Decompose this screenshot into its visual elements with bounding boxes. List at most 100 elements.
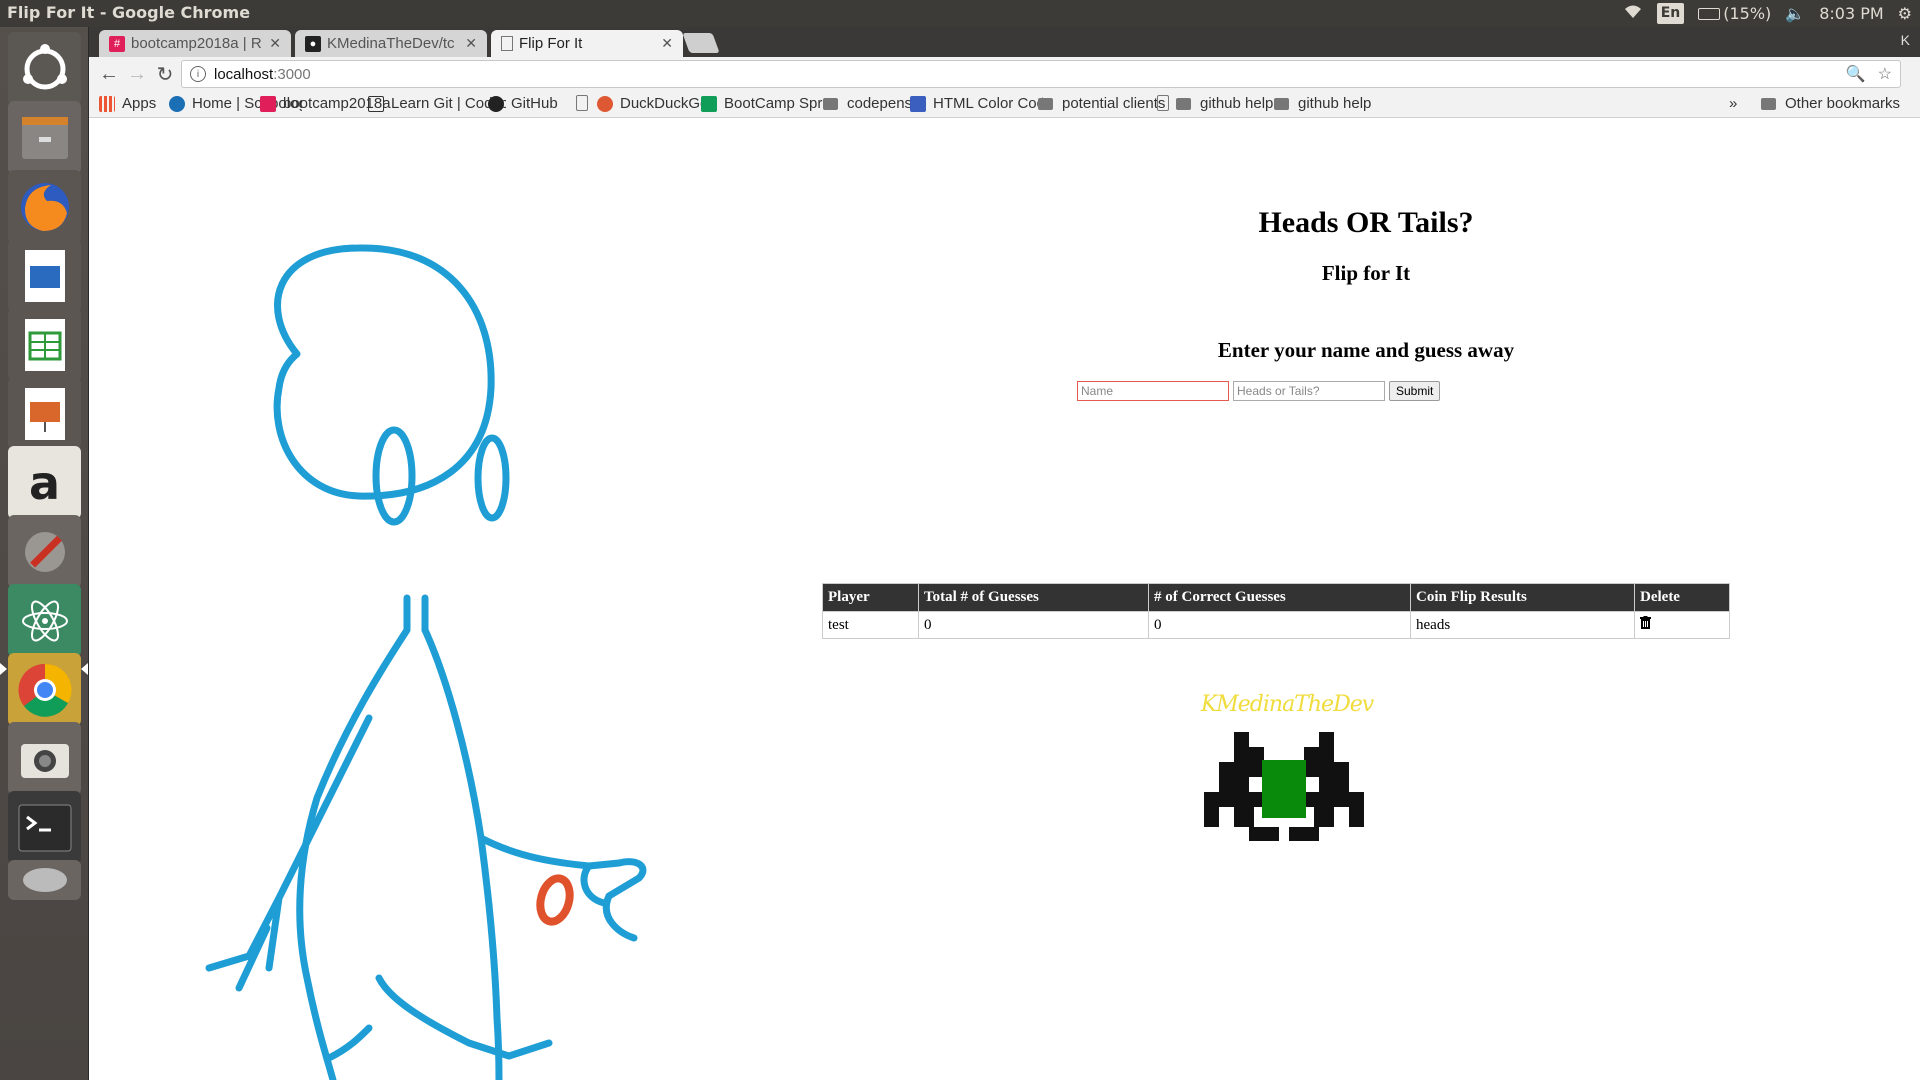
correct-guesses-cell: 0: [1148, 611, 1411, 639]
form-prompt: Enter your name and guess away: [1217, 338, 1515, 362]
trash-icon[interactable]: [1640, 616, 1651, 629]
bookmark-item[interactable]: DuckDuckGo: [597, 95, 708, 112]
zoom-icon[interactable]: 🔍: [1846, 64, 1866, 84]
sheets-icon: [701, 95, 717, 112]
terminal-icon[interactable]: [8, 791, 81, 864]
bookmark-item[interactable]: github help: [1274, 95, 1371, 112]
bookmark-item[interactable]: [576, 95, 595, 111]
column-header-coin-flip-results: Coin Flip Results: [1410, 583, 1635, 612]
github-icon: [488, 95, 504, 112]
camera-icon[interactable]: [8, 722, 81, 795]
bookmark-label: BootCamp Sprea: [724, 95, 834, 112]
keyboard-language-indicator[interactable]: En: [1656, 3, 1685, 24]
close-icon[interactable]: ✕: [269, 35, 281, 52]
disk-drive-icon[interactable]: [8, 860, 81, 900]
color-icon: [910, 95, 926, 112]
duckduckgo-icon: [597, 95, 613, 112]
codecademy-icon: [368, 95, 384, 112]
window-title: Flip For It - Google Chrome: [7, 3, 251, 22]
slack-icon: #: [109, 35, 125, 52]
brand-signature: KMedinaTheDev: [1200, 692, 1374, 717]
page-title: Heads OR Tails?: [1258, 206, 1474, 239]
bookmark-label: potential clients: [1062, 95, 1166, 112]
column-header-delete: Delete: [1634, 583, 1730, 612]
firefox-icon[interactable]: [8, 170, 81, 243]
scoreboard-table: Player Total # of Guesses # of Correct G…: [822, 583, 1730, 639]
bookmark-label: DuckDuckGo: [620, 95, 709, 112]
other-bookmarks-folder[interactable]: Other bookmarks: [1761, 95, 1900, 112]
ubuntu-dash-icon[interactable]: [8, 32, 81, 105]
coin-icon: [536, 874, 574, 926]
site-info-icon[interactable]: i: [190, 66, 206, 82]
bookmark-label: HTML Color Cod: [933, 95, 1043, 112]
space-invader-logo: [1204, 732, 1364, 841]
web-page: Heads OR Tails? Flip for It Enter your n…: [89, 118, 1920, 1080]
bookmarks-overflow-button[interactable]: »: [1729, 95, 1737, 112]
address-bar[interactable]: i localhost:3000 🔍 ☆: [181, 60, 1901, 88]
url-port: :3000: [273, 65, 311, 83]
back-arrow-icon[interactable]: ←: [97, 62, 121, 86]
column-header-player: Player: [822, 583, 919, 612]
guess-form: Submit: [1077, 381, 1441, 401]
github-icon: ●: [305, 35, 321, 52]
bookmark-item[interactable]: Apps: [99, 95, 156, 112]
bookmark-item[interactable]: potential clients: [1038, 95, 1165, 112]
bookmark-label: Apps: [122, 95, 157, 112]
libreoffice-impress-icon[interactable]: [8, 377, 81, 450]
close-icon[interactable]: ✕: [661, 35, 673, 52]
close-icon[interactable]: ✕: [465, 35, 477, 52]
bookmark-item[interactable]: HTML Color Cod: [910, 95, 1043, 112]
chrome-icon[interactable]: [8, 653, 81, 726]
apps-grid-icon: [99, 95, 115, 112]
atom-editor-icon[interactable]: [8, 584, 81, 657]
volume-icon[interactable]: 🔈: [1785, 4, 1805, 23]
bookmark-star-icon[interactable]: ☆: [1878, 64, 1892, 84]
bookmark-item[interactable]: github help: [1176, 95, 1273, 112]
bookmark-label: github help: [1200, 95, 1274, 112]
libreoffice-draw-icon[interactable]: [8, 239, 81, 312]
schoology-icon: [169, 95, 185, 112]
tab-bootcamp[interactable]: # bootcamp2018a | R ✕: [99, 30, 291, 57]
column-header-total-guesses: Total # of Guesses: [918, 583, 1149, 612]
system-top-panel: Flip For It - Google Chrome En (15%) 🔈 8…: [0, 0, 1920, 27]
new-tab-button[interactable]: [682, 33, 720, 53]
forward-arrow-icon[interactable]: →: [125, 62, 149, 86]
clock[interactable]: 8:03 PM: [1819, 4, 1883, 23]
settings-gear-icon[interactable]: ⚙: [1898, 4, 1912, 23]
folder-icon: [1761, 97, 1776, 110]
coin-flip-result-cell: heads: [1410, 611, 1635, 639]
bookmark-item[interactable]: Learn Git | Codec: [368, 95, 506, 112]
reload-icon[interactable]: ↻: [153, 62, 177, 86]
folder-icon: [1274, 97, 1289, 110]
unity-launcher: a: [0, 27, 89, 1080]
folder-icon: [1176, 97, 1191, 110]
guess-input[interactable]: [1233, 381, 1385, 401]
amazon-icon[interactable]: a: [8, 446, 81, 519]
bookmark-item[interactable]: codepens: [823, 95, 912, 112]
libreoffice-calc-icon[interactable]: [8, 308, 81, 381]
focused-app-indicator: [81, 663, 88, 675]
profile-indicator[interactable]: K: [1901, 32, 1910, 48]
page-icon: [576, 95, 588, 111]
bookmark-label: GitHub: [511, 95, 558, 112]
delete-cell: [1634, 611, 1730, 639]
files-icon[interactable]: [8, 101, 81, 174]
folder-icon: [1038, 97, 1053, 110]
page-icon: [1157, 95, 1169, 111]
bookmark-item[interactable]: BootCamp Sprea: [701, 95, 834, 112]
other-bookmarks-label: Other bookmarks: [1785, 95, 1901, 112]
battery-indicator[interactable]: (15%): [1698, 4, 1771, 23]
bookmark-item[interactable]: [1157, 95, 1176, 111]
active-app-indicator: [0, 663, 7, 675]
bookmark-label: github help: [1298, 95, 1372, 112]
system-settings-icon[interactable]: [8, 515, 81, 588]
table-row: test 0 0 heads: [822, 611, 1730, 639]
tab-flip-for-it[interactable]: Flip For It ✕: [491, 30, 683, 57]
slack-icon: [260, 95, 276, 112]
name-input[interactable]: [1077, 381, 1229, 401]
tab-github[interactable]: ● KMedinaTheDev/tc ✕: [295, 30, 487, 57]
wifi-icon[interactable]: [1623, 4, 1643, 24]
bookmark-item[interactable]: GitHub: [488, 95, 558, 112]
omnibox-actions: 🔍 ☆: [1846, 64, 1892, 84]
submit-button[interactable]: Submit: [1389, 381, 1441, 401]
